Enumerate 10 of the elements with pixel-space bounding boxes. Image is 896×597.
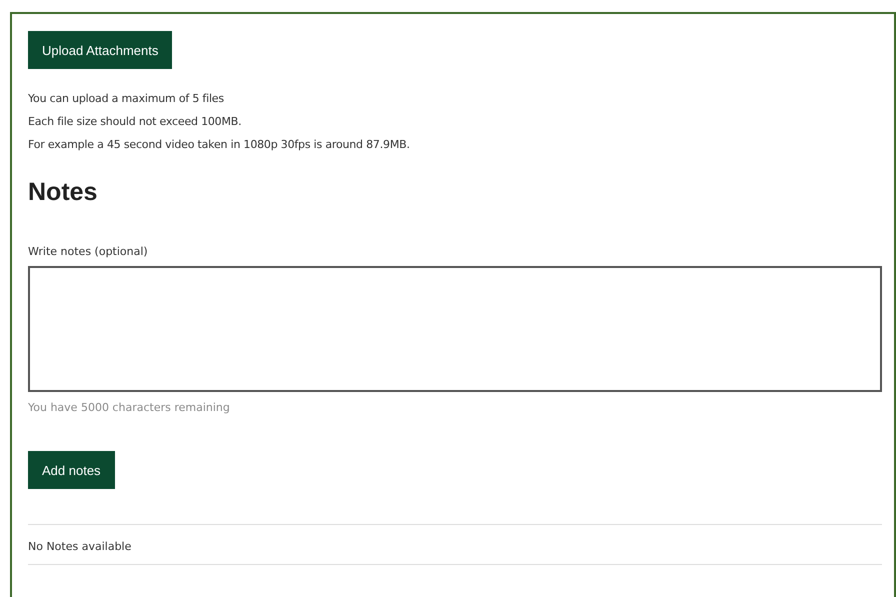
info-text: You can upload a maximum of 5 files (28, 91, 225, 107)
notes-heading: Notes (28, 178, 98, 207)
upload-attachments-button[interactable]: Upload Attachments (28, 31, 172, 69)
characters-remaining-text: You have 5000 characters remaining (28, 401, 230, 414)
notes-input-field[interactable] (28, 266, 882, 392)
info-text: Each file size should not exceed 100MB. (28, 114, 242, 130)
add-notes-button[interactable]: Add notes (28, 451, 115, 489)
no-notes-message: No Notes available (28, 540, 132, 553)
info-text: For example a 45 second video taken in 1080p 30fps is around 87.9MB. (28, 137, 410, 153)
notes-label: Write notes (optional) (28, 245, 148, 258)
